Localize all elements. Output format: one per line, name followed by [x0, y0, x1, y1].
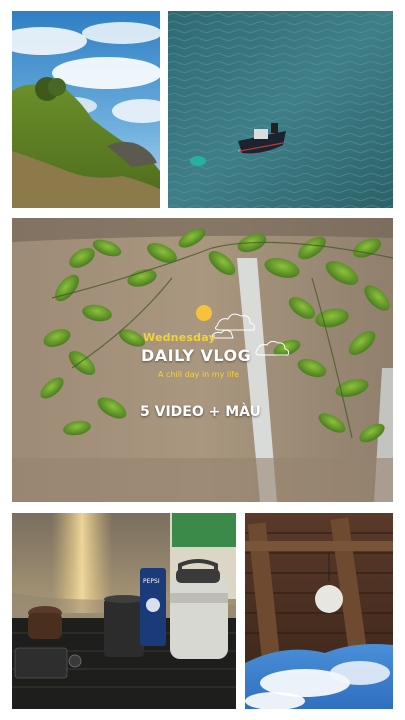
sun-icon	[196, 305, 212, 321]
table-image: PEPSI	[12, 513, 236, 709]
can-label: PEPSI	[143, 578, 160, 585]
lamp-icon	[315, 585, 343, 613]
table-drinks-photo: PEPSI	[12, 513, 236, 709]
sea-image	[168, 11, 393, 208]
wall-leaves-photo: Wednesday DAILY VLOG A chill day in my l…	[12, 218, 393, 502]
cliff-image	[12, 11, 160, 208]
roof-image	[245, 513, 393, 709]
roof-sky-photo	[245, 513, 393, 709]
sea-boat-photo	[168, 11, 393, 208]
wall-image	[12, 218, 393, 502]
cliff-sky-photo	[12, 11, 160, 208]
